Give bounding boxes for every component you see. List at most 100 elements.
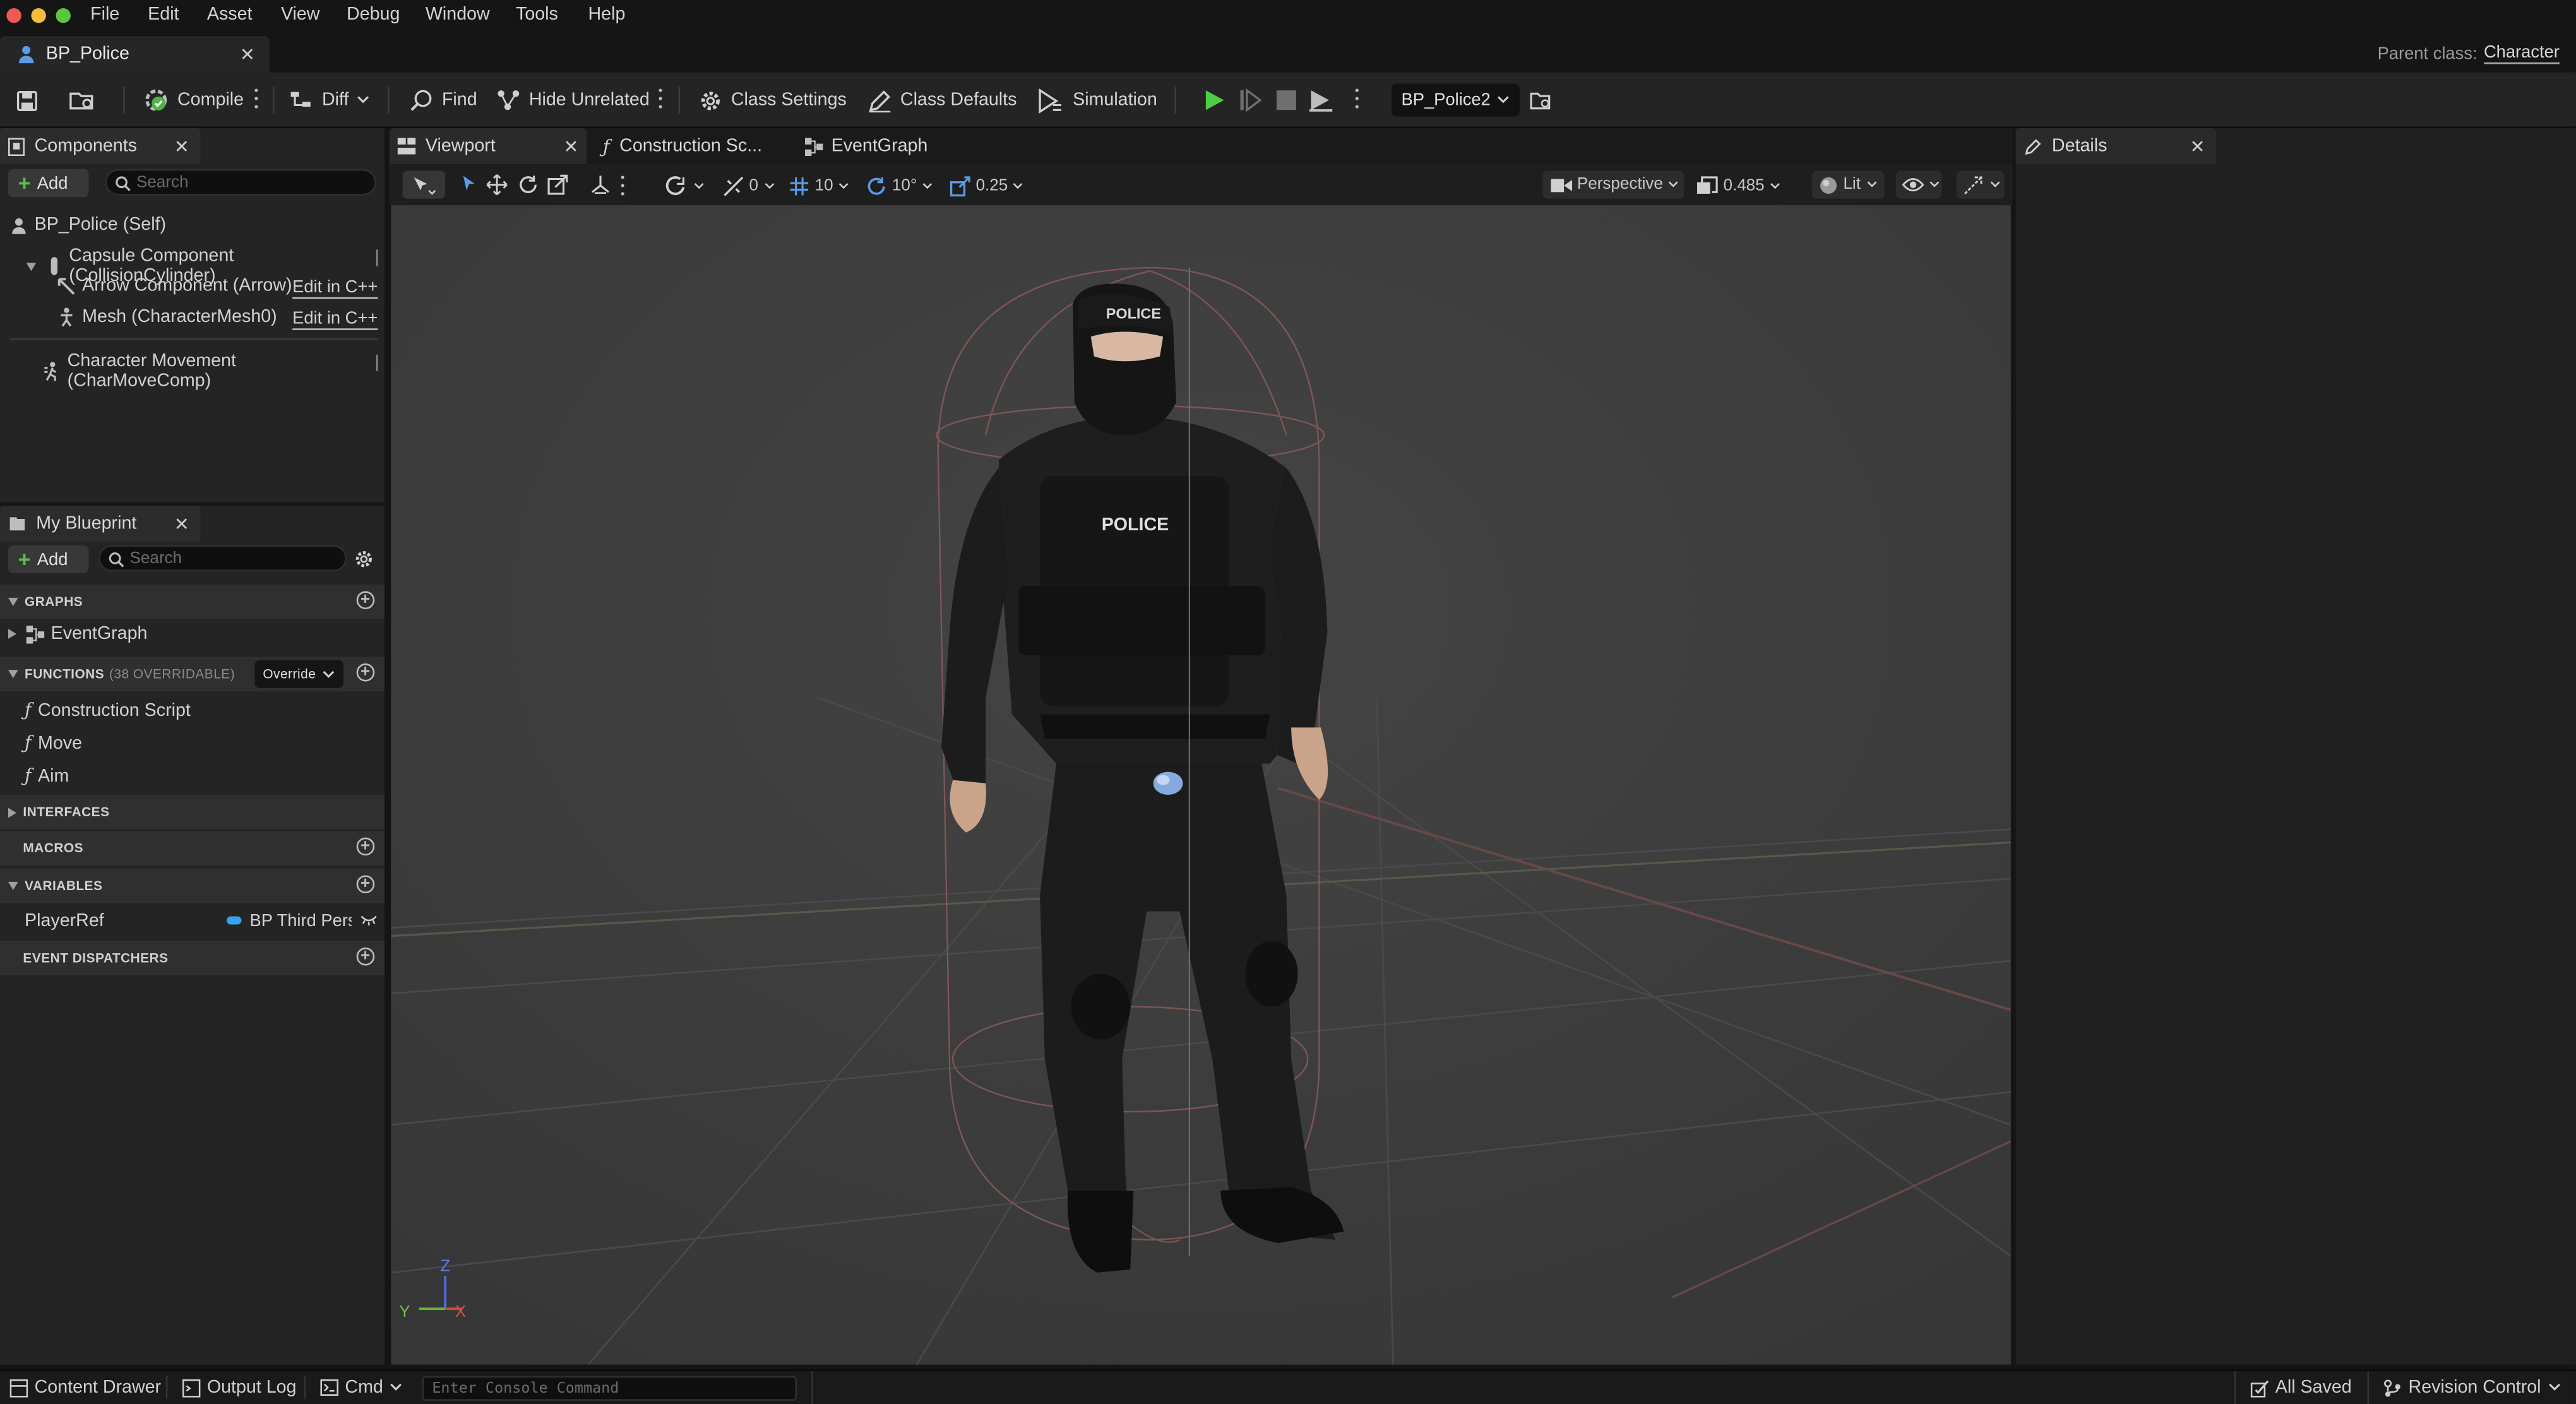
add-macro-icon[interactable]: + [356, 837, 375, 856]
rotation-snap-toggle[interactable]: 0 [723, 174, 775, 197]
component-self[interactable]: BP_Police (Self) [10, 215, 166, 235]
console-command-input[interactable]: Enter Console Command [422, 1376, 797, 1401]
component-arrow[interactable]: Arrow Component (Arrow) [57, 276, 292, 295]
close-icon[interactable]: ✕ [174, 514, 189, 535]
menu-tools[interactable]: Tools [516, 5, 558, 25]
menu-bar: File Edit Asset View Debug Window Tools … [0, 0, 2576, 33]
menu-window[interactable]: Window [426, 5, 490, 25]
debug-object-select[interactable]: BP_Police2 [1391, 83, 1520, 117]
menu-view[interactable]: View [281, 5, 320, 25]
tab-viewport[interactable]: Viewport ✕ [389, 128, 587, 165]
browse-debug-object-icon[interactable] [1529, 90, 1552, 112]
save-icon[interactable] [16, 90, 38, 112]
details-tab[interactable]: Details ✕ [2015, 128, 2217, 165]
simulation-button[interactable]: Simulation [1038, 85, 1157, 115]
compile-options-icon[interactable] [254, 88, 259, 110]
function-item[interactable]: ƒ Construction Script [25, 699, 191, 721]
angle-snap-toggle[interactable]: 10° [866, 174, 933, 197]
add-variable-icon[interactable]: + [356, 875, 375, 894]
select-mode-icon[interactable] [462, 174, 478, 194]
stop-icon[interactable] [1276, 90, 1296, 110]
close-icon[interactable]: ✕ [240, 44, 255, 66]
add-component-button[interactable]: + Add [8, 169, 89, 198]
maximize-window-button[interactable] [56, 8, 71, 23]
menu-asset[interactable]: Asset [207, 5, 253, 25]
all-saved-button[interactable]: All Saved [2250, 1377, 2352, 1398]
menu-file[interactable]: File [90, 5, 119, 25]
expand-arrow-icon[interactable] [26, 261, 37, 270]
add-member-button[interactable]: + Add [8, 545, 89, 573]
cmd-select[interactable]: Cmd [320, 1377, 403, 1398]
minimize-window-button[interactable] [31, 8, 46, 23]
graph-item-eventgraph[interactable]: EventGraph [0, 624, 147, 644]
section-variables[interactable]: VARIABLES + [0, 869, 385, 903]
component-mesh[interactable]: Mesh (CharacterMesh0) [57, 307, 277, 327]
menu-edit[interactable]: Edit [148, 5, 179, 25]
function-item[interactable]: ƒ Aim [25, 765, 69, 787]
expand-arrow-icon[interactable] [8, 629, 17, 639]
viewport-icon [397, 138, 416, 155]
coordinate-space-icon[interactable] [590, 174, 611, 196]
diff-button[interactable]: Diff [289, 85, 370, 115]
play-options-icon[interactable] [1355, 88, 1361, 110]
eye-closed-icon[interactable] [360, 915, 378, 926]
section-interfaces[interactable]: INTERFACES [0, 794, 385, 830]
camera-speed-select[interactable]: 0.485 [1696, 174, 1781, 197]
revision-control-select[interactable]: Revision Control [2384, 1377, 2561, 1398]
add-event-dispatcher-icon[interactable]: + [356, 947, 375, 966]
transform-options-icon[interactable] [621, 176, 626, 197]
section-macros[interactable]: MACROS + [0, 831, 385, 866]
surface-snap-toggle[interactable] [664, 174, 705, 197]
my-blueprint-search-input[interactable]: Search [98, 545, 347, 572]
tab-eventgraph[interactable]: EventGraph [804, 128, 986, 164]
transform-tools-select[interactable] [402, 170, 446, 199]
scale-snap-toggle[interactable]: 0.25 [950, 174, 1024, 197]
components-tab[interactable]: Components ✕ [0, 128, 201, 165]
add-graph-icon[interactable]: + [356, 591, 375, 610]
find-button[interactable]: Find [409, 85, 477, 115]
add-function-icon[interactable]: + [356, 663, 375, 682]
edit-in-cpp-link[interactable]: Edit in C++ [292, 278, 378, 299]
close-window-button[interactable] [6, 8, 21, 23]
components-search-input[interactable]: Search [105, 169, 376, 196]
hide-unrelated-options-icon[interactable] [659, 88, 664, 110]
class-settings-button[interactable]: Class Settings [698, 85, 847, 115]
menu-debug[interactable]: Debug [347, 5, 400, 25]
close-icon[interactable]: ✕ [563, 136, 578, 158]
section-functions[interactable]: FUNCTIONS (38 OVERRIDABLE) Override + [0, 657, 385, 692]
class-defaults-button[interactable]: Class Defaults [868, 85, 1017, 115]
section-graphs[interactable]: GRAPHS + [0, 585, 385, 619]
translate-mode-icon[interactable] [486, 174, 508, 196]
viewport-settings-select[interactable] [1956, 170, 2005, 199]
browse-asset-icon[interactable] [69, 90, 95, 112]
section-event-dispatchers[interactable]: EVENT DISPATCHERS + [0, 941, 385, 976]
tab-construction-script[interactable]: ƒ Construction Sc... [603, 128, 784, 164]
scale-mode-icon[interactable] [547, 174, 568, 196]
rotate-mode-icon[interactable] [518, 174, 539, 196]
content-drawer-button[interactable]: Content Drawer [9, 1377, 161, 1398]
output-log-button[interactable]: Output Log [182, 1377, 296, 1398]
compile-button[interactable]: Compile [143, 85, 244, 115]
lighting-mode-select[interactable]: Lit [1812, 170, 1885, 199]
tab-eventgraph-label: EventGraph [831, 136, 928, 157]
document-tab-bp-police[interactable]: BP_Police ✕ [0, 36, 270, 73]
hide-unrelated-button[interactable]: Hide Unrelated [496, 85, 650, 115]
gear-icon[interactable] [353, 549, 374, 570]
play-icon[interactable] [1203, 88, 1225, 111]
eject-icon[interactable] [1309, 88, 1334, 112]
function-item[interactable]: ƒ Move [25, 732, 82, 754]
edit-in-cpp-link[interactable]: Edit in C++ [292, 309, 378, 330]
viewport-canvas[interactable]: POLICE POLICE Z Y X [391, 205, 2011, 1365]
grid-snap-toggle[interactable]: 10 [789, 174, 850, 197]
step-forward-icon[interactable] [1239, 88, 1262, 112]
override-function-select[interactable]: Override [254, 660, 343, 688]
menu-help[interactable]: Help [588, 5, 626, 25]
variable-item[interactable]: PlayerRef BP Third Pers [0, 905, 385, 937]
close-icon[interactable]: ✕ [174, 136, 189, 158]
close-icon[interactable]: ✕ [2190, 136, 2205, 158]
component-character-movement[interactable]: Character Movement (CharMoveComp) [43, 352, 385, 391]
parent-class-link[interactable]: Character [2483, 43, 2560, 64]
view-mode-select[interactable]: Perspective [1542, 170, 1685, 199]
show-flags-select[interactable] [1895, 170, 1942, 199]
my-blueprint-tab[interactable]: My Blueprint ✕ [0, 506, 201, 542]
